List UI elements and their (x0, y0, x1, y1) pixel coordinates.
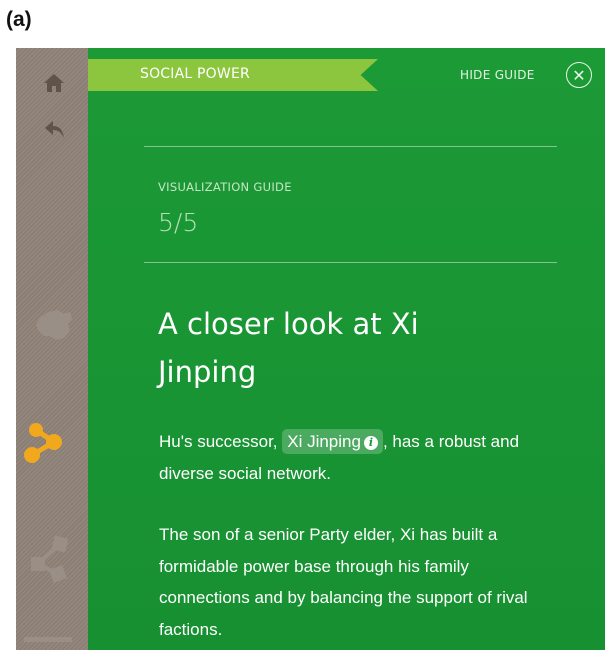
person-chip-label: Xi Jinping (287, 432, 361, 451)
guide-panel: SOCIAL POWER HIDE GUIDE ✕ VISUALIZATION … (88, 48, 605, 650)
paragraph-successor: Hu's successor, Xi Jinping i, has a robus… (159, 426, 559, 489)
guide-heading: A closer look at Xi Jinping (158, 307, 419, 389)
divider-top (144, 146, 557, 147)
figure-label: (a) (6, 8, 32, 31)
timeline-icon[interactable] (24, 634, 74, 648)
person-chip-xi-jinping[interactable]: Xi Jinping i (282, 429, 383, 454)
info-icon[interactable]: i (363, 436, 378, 450)
sidebar (16, 48, 88, 650)
p1-before-text: Hu's successor, (159, 432, 283, 451)
back-arrow-icon[interactable] (43, 118, 67, 142)
home-icon[interactable] (43, 72, 65, 94)
hide-guide-button[interactable]: HIDE GUIDE (460, 68, 535, 82)
close-icon[interactable]: ✕ (566, 62, 592, 88)
network-nodes-icon[interactable] (20, 418, 64, 466)
hierarchy-icon[interactable] (24, 534, 74, 584)
paragraph-background: The son of a senior Party elder, Xi has … (159, 525, 528, 639)
guide-step-counter: 5/5 (158, 208, 199, 237)
china-map-icon[interactable] (34, 306, 74, 344)
app-frame: SOCIAL POWER HIDE GUIDE ✕ VISUALIZATION … (16, 48, 605, 650)
divider-bottom (144, 262, 557, 263)
section-title: SOCIAL POWER (140, 66, 250, 82)
guide-label: VISUALIZATION GUIDE (158, 180, 292, 194)
